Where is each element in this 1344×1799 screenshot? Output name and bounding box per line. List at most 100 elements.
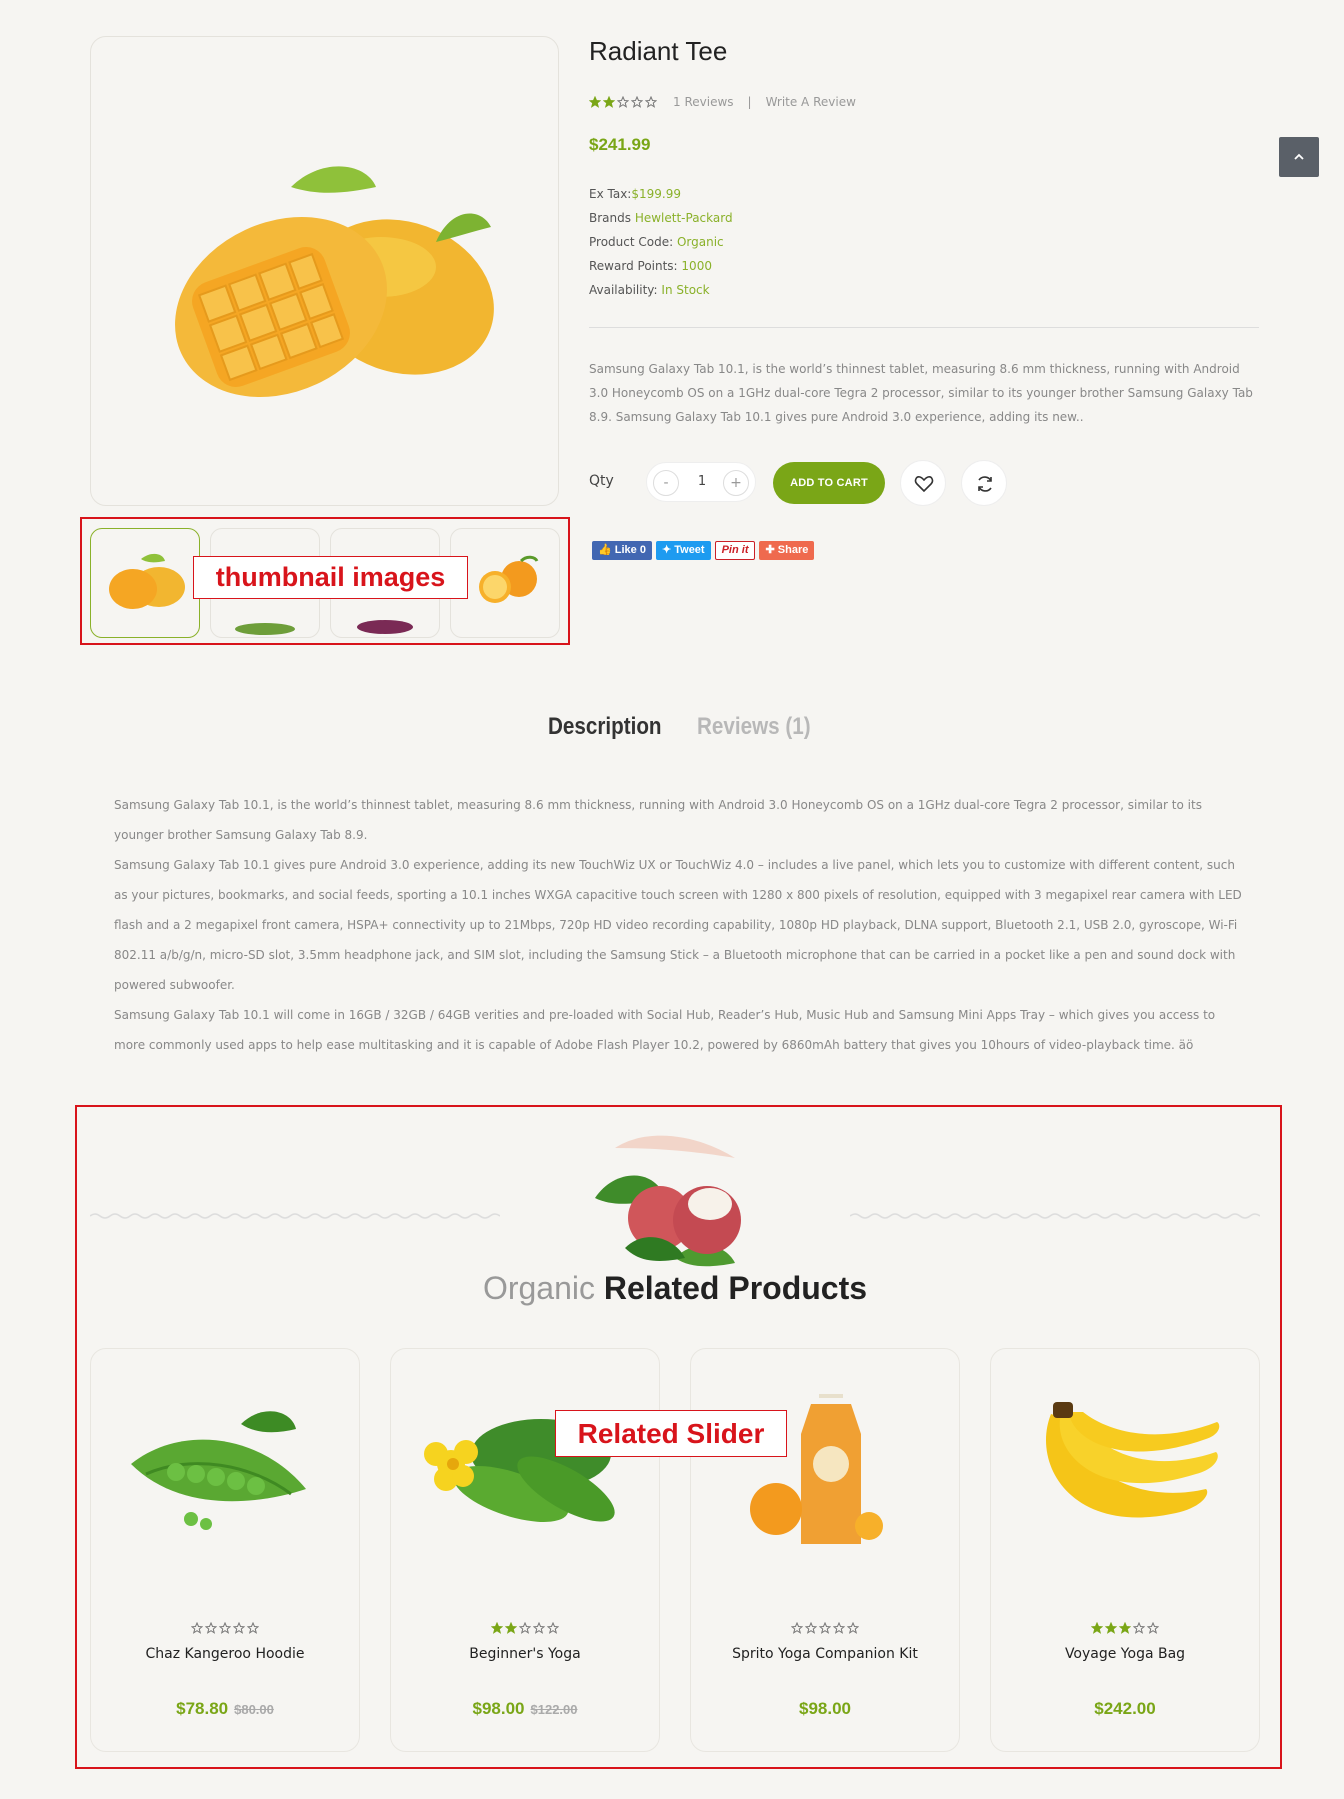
- star-empty-icon: [233, 1622, 245, 1634]
- star-empty-icon: [617, 96, 629, 108]
- back-to-top-button[interactable]: [1279, 137, 1319, 177]
- star-empty-icon: [1147, 1622, 1159, 1634]
- star-empty-icon: [205, 1622, 217, 1634]
- description-paragraph: Samsung Galaxy Tab 10.1, is the world’s …: [114, 798, 1202, 842]
- share-label: Share: [777, 544, 809, 556]
- star-empty-icon: [819, 1622, 831, 1634]
- product-card[interactable]: Sprito Yoga Companion Kit $98.00: [690, 1348, 960, 1752]
- rating-stars: [589, 96, 657, 108]
- product-prices: $98.00 $122.00: [391, 1699, 659, 1719]
- star-empty-icon: [833, 1622, 845, 1634]
- rating-row: 1 Reviews | Write A Review: [589, 93, 856, 111]
- qty-increase-button[interactable]: +: [723, 470, 749, 496]
- reward-points-row: Reward Points: 1000: [589, 254, 733, 278]
- star-empty-icon: [219, 1622, 231, 1634]
- star-empty-icon: [1133, 1622, 1145, 1634]
- product-code-label: Product Code:: [589, 235, 674, 249]
- product-old-price: $122.00: [530, 1702, 578, 1717]
- star-empty-icon: [533, 1622, 545, 1634]
- main-product-image[interactable]: [90, 36, 559, 506]
- star-filled-icon: [1119, 1622, 1131, 1634]
- product-price: $98.00: [472, 1699, 525, 1718]
- related-annotation-label: Related Slider: [555, 1410, 787, 1457]
- wishlist-button[interactable]: [900, 460, 946, 506]
- write-review-link[interactable]: Write A Review: [766, 95, 856, 109]
- product-price: $242.00: [1094, 1699, 1156, 1718]
- share-button[interactable]: ✚ Share: [759, 541, 815, 560]
- rating-separator: |: [747, 95, 752, 109]
- product-old-price: $80.00: [234, 1702, 274, 1717]
- product-name[interactable]: Beginner's Yoga: [391, 1646, 659, 1662]
- mango-image: [175, 166, 494, 397]
- short-description: Samsung Galaxy Tab 10.1, is the world’s …: [589, 362, 1253, 424]
- star-filled-icon: [1091, 1622, 1103, 1634]
- star-empty-icon: [547, 1622, 559, 1634]
- availability-row: Availability: In Stock: [589, 278, 733, 302]
- tweet-label: Tweet: [674, 544, 705, 556]
- qty-label: Qty: [589, 473, 614, 489]
- star-empty-icon: [631, 96, 643, 108]
- product-code-value: Organic: [676, 235, 724, 249]
- star-empty-icon: [805, 1622, 817, 1634]
- thumbs-up-icon: 👍: [598, 544, 612, 556]
- star-empty-icon: [519, 1622, 531, 1634]
- quantity-stepper: - 1 +: [646, 462, 756, 502]
- product-rating: [691, 1622, 959, 1634]
- product-prices: $242.00: [991, 1699, 1259, 1719]
- related-heading: Organic Related Products: [0, 1270, 1344, 1307]
- twitter-bird-icon: ✦: [661, 544, 672, 556]
- qty-decrease-button[interactable]: -: [653, 470, 679, 496]
- star-empty-icon: [247, 1622, 259, 1634]
- star-filled-icon: [505, 1622, 517, 1634]
- brand-row: Brands Hewlett-Packard: [589, 206, 733, 230]
- thumbnail-annotation-label: thumbnail images: [193, 556, 468, 599]
- product-price: $98.00: [799, 1699, 851, 1718]
- star-empty-icon: [791, 1622, 803, 1634]
- tab-reviews[interactable]: Reviews (1): [697, 713, 811, 741]
- tweet-button[interactable]: ✦ Tweet: [655, 541, 711, 560]
- product-card[interactable]: Beginner's Yoga $98.00 $122.00: [390, 1348, 660, 1752]
- product-name[interactable]: Sprito Yoga Companion Kit: [691, 1646, 959, 1662]
- compare-button[interactable]: [961, 460, 1007, 506]
- banana-image: [1046, 1402, 1220, 1518]
- facebook-like-button[interactable]: 👍 Like 0: [592, 541, 652, 560]
- refresh-icon: [978, 476, 992, 492]
- qty-input[interactable]: 1: [692, 474, 712, 489]
- tab-description[interactable]: Description: [548, 713, 662, 741]
- description-paragraph: Samsung Galaxy Tab 10.1 gives pure Andro…: [114, 858, 1242, 992]
- wavy-divider-right: [850, 1213, 1260, 1219]
- reward-points-value: 1000: [681, 259, 712, 273]
- thumbnail-1[interactable]: [90, 528, 200, 638]
- product-card[interactable]: Voyage Yoga Bag $242.00: [990, 1348, 1260, 1752]
- availability-label: Availability:: [589, 283, 658, 297]
- star-filled-icon: [603, 96, 615, 108]
- star-filled-icon: [491, 1622, 503, 1634]
- add-to-cart-button[interactable]: ADD TO CART: [773, 462, 885, 504]
- brand-label: Brands: [589, 211, 631, 225]
- star-empty-icon: [847, 1622, 859, 1634]
- availability-value: In Stock: [661, 283, 710, 297]
- product-code-row: Product Code: Organic: [589, 230, 733, 254]
- pinterest-button[interactable]: Pin it: [714, 541, 756, 560]
- reviews-link[interactable]: 1 Reviews: [673, 95, 734, 109]
- product-name[interactable]: Chaz Kangeroo Hoodie: [91, 1646, 359, 1662]
- star-empty-icon: [645, 96, 657, 108]
- divider: [589, 327, 1259, 328]
- heart-icon: [914, 476, 934, 493]
- social-share-row: 👍 Like 0 ✦ Tweet Pin it ✚ Share: [592, 541, 815, 560]
- ex-tax-label: Ex Tax:: [589, 187, 632, 201]
- reward-points-label: Reward Points:: [589, 259, 678, 273]
- ex-tax-value: $199.99: [631, 187, 681, 201]
- star-empty-icon: [191, 1622, 203, 1634]
- product-description: Samsung Galaxy Tab 10.1, is the world’s …: [114, 790, 1244, 1060]
- related-heading-title: Related Products: [603, 1270, 868, 1306]
- product-card[interactable]: Chaz Kangeroo Hoodie $78.80 $80.00: [90, 1348, 360, 1752]
- product-rating: [91, 1622, 359, 1634]
- mango-thumb-image: [109, 553, 185, 609]
- brand-link[interactable]: Hewlett-Packard: [635, 211, 733, 225]
- wavy-divider-left: [90, 1213, 500, 1219]
- ex-tax-row: Ex Tax:$199.99: [589, 182, 733, 206]
- product-name[interactable]: Voyage Yoga Bag: [991, 1646, 1259, 1662]
- star-filled-icon: [1105, 1622, 1117, 1634]
- facebook-like-label: Like 0: [614, 544, 646, 556]
